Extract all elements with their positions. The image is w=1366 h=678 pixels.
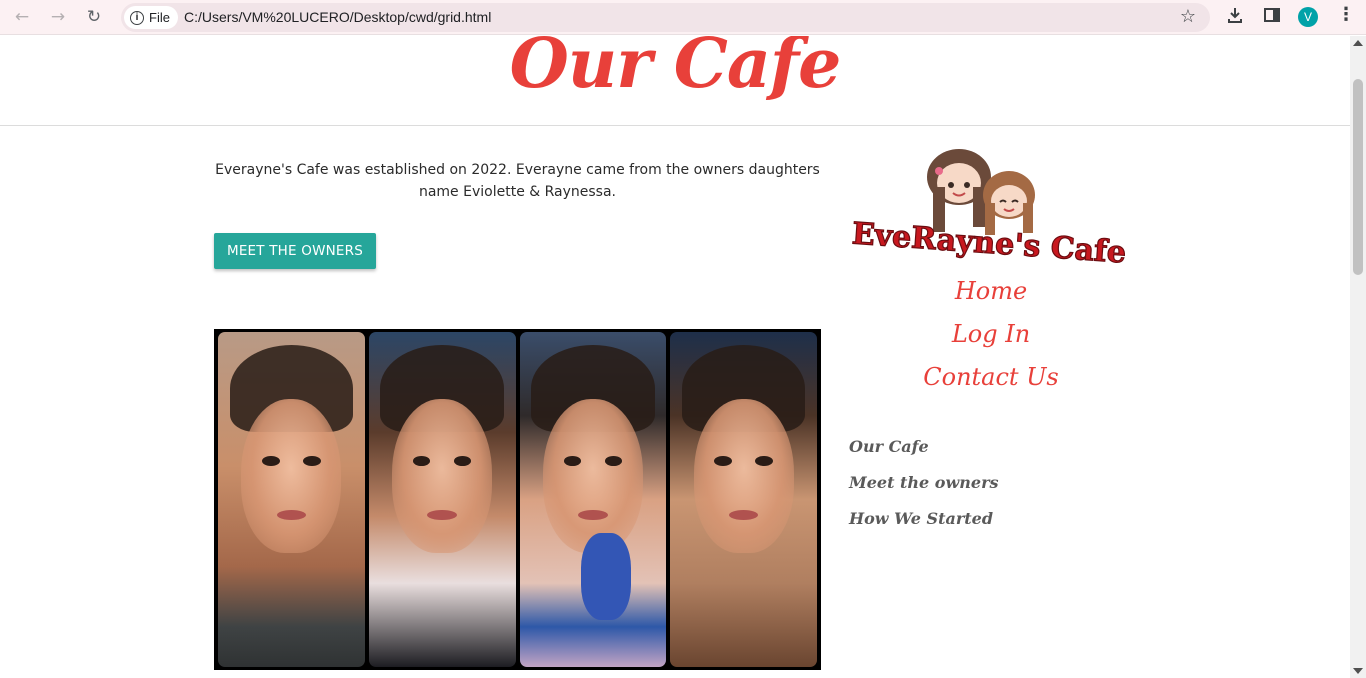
link-meet-the-owners[interactable]: Meet the owners xyxy=(849,473,999,492)
profile-avatar[interactable]: V xyxy=(1298,7,1318,27)
download-icon[interactable] xyxy=(1226,6,1244,28)
meet-the-owners-button[interactable]: MEET THE OWNERS xyxy=(214,233,376,269)
forward-arrow-icon[interactable]: → xyxy=(45,5,71,29)
star-icon[interactable]: ☆ xyxy=(1180,6,1196,27)
portrait-owner-1 xyxy=(218,332,365,667)
portrait-owner-3 xyxy=(519,332,667,667)
page-title: Our Cafe xyxy=(509,36,842,104)
nav-contact-us[interactable]: Contact Us xyxy=(900,363,1082,391)
link-how-we-started[interactable]: How We Started xyxy=(849,509,993,528)
protocol-label: File xyxy=(149,10,170,25)
reload-icon[interactable]: ↻ xyxy=(81,5,107,29)
portrait-owner-2 xyxy=(368,332,516,667)
portrait-owner-4 xyxy=(670,332,817,667)
link-our-cafe[interactable]: Our Cafe xyxy=(849,437,929,456)
scrollbar[interactable] xyxy=(1350,36,1366,678)
browser-toolbar: ← → ↻ i File C:/Users/VM%20LUCERO/Deskto… xyxy=(0,0,1366,35)
nav-home[interactable]: Home xyxy=(900,277,1082,305)
nav-log-in[interactable]: Log In xyxy=(900,320,1082,348)
scroll-up-arrow-icon[interactable] xyxy=(1353,40,1363,46)
owners-photo xyxy=(214,329,821,670)
page-header: Our Cafe xyxy=(0,36,1350,126)
cafe-logo: EveRayne's Cafe xyxy=(850,149,1128,269)
url-text[interactable]: C:/Users/VM%20LUCERO/Desktop/cwd/grid.ht… xyxy=(184,9,491,25)
back-arrow-icon[interactable]: ← xyxy=(9,5,35,29)
intro-text: Everayne's Cafe was established on 2022.… xyxy=(215,162,820,200)
scroll-down-arrow-icon[interactable] xyxy=(1353,668,1363,674)
scrollbar-thumb[interactable] xyxy=(1353,79,1363,275)
kebab-menu-icon[interactable]: ⋮ xyxy=(1337,4,1355,25)
site-info-chip[interactable]: i File xyxy=(124,6,178,29)
info-icon: i xyxy=(130,10,144,25)
address-bar[interactable]: i File C:/Users/VM%20LUCERO/Desktop/cwd/… xyxy=(121,3,1210,32)
side-panel-icon[interactable] xyxy=(1263,6,1281,28)
